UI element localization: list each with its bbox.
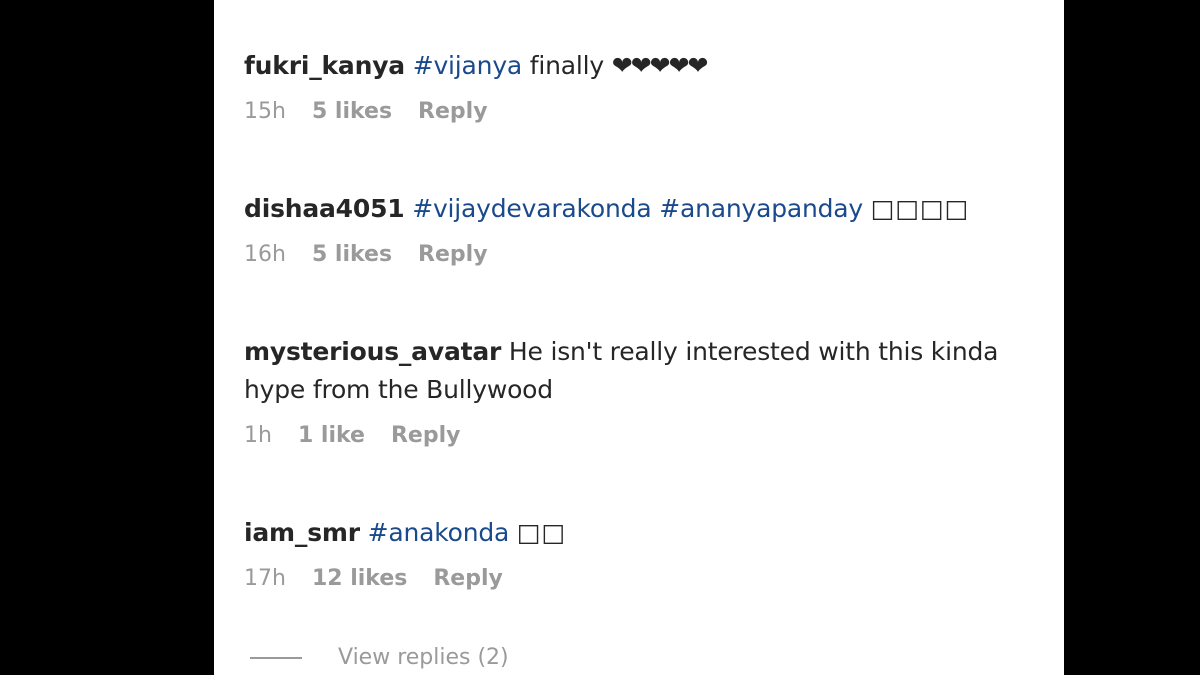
comment-item: dishaa4051 #vijaydevarakonda #ananyapand… [244, 190, 1034, 267]
comment-body-continued: hype from the Bullywood [244, 375, 553, 404]
comment-likes[interactable]: 1 like [298, 423, 365, 448]
comment-meta: 16h 5 likes Reply [244, 242, 1034, 267]
comment-likes[interactable]: 5 likes [312, 242, 392, 267]
comment-meta: 15h 5 likes Reply [244, 99, 1034, 124]
comment-username[interactable]: iam_smr [244, 518, 360, 547]
emoji-placeholder-icon: □□□□ [870, 194, 970, 223]
comment-item: fukri_kanya #vijanya finally ❤❤❤❤❤ 15h 5… [244, 47, 1034, 124]
comment-item: iam_smr #anakonda □□ 17h 12 likes Reply [244, 514, 1034, 591]
reply-button[interactable]: Reply [418, 242, 488, 267]
view-replies-label: View replies (2) [338, 645, 509, 670]
comment-username[interactable]: dishaa4051 [244, 194, 405, 223]
comment-meta: 17h 12 likes Reply [244, 566, 1034, 591]
comment-body [509, 518, 517, 547]
comment-time: 16h [244, 242, 286, 267]
comment-hashtag[interactable]: #vijanya [413, 51, 523, 80]
comment-hashtag[interactable]: #vijaydevarakonda [412, 194, 651, 223]
emoji-placeholder-icon: □□ [516, 518, 567, 547]
comment-hashtag[interactable]: #ananyapanday [659, 194, 863, 223]
comment-meta: 1h 1 like Reply [244, 423, 1034, 448]
comment-body: finally [522, 51, 612, 80]
comment-username[interactable]: mysterious_avatar [244, 337, 501, 366]
reply-button[interactable]: Reply [433, 566, 503, 591]
reply-button[interactable]: Reply [391, 423, 461, 448]
comment-time: 15h [244, 99, 286, 124]
comment-text: fukri_kanya #vijanya finally ❤❤❤❤❤ [244, 47, 1034, 85]
comment-text: mysterious_avatar He isn't really intere… [244, 333, 1034, 409]
comment-time: 1h [244, 423, 272, 448]
comment-body: He isn't really interested with this kin… [501, 337, 999, 366]
comment-username[interactable]: fukri_kanya [244, 51, 405, 80]
reply-button[interactable]: Reply [418, 99, 488, 124]
replies-divider-line [250, 656, 302, 659]
view-replies-button[interactable]: View replies (2) [250, 645, 509, 670]
comment-hashtag[interactable]: #anakonda [368, 518, 510, 547]
comment-text: iam_smr #anakonda □□ [244, 514, 1034, 552]
comment-likes[interactable]: 12 likes [312, 566, 407, 591]
comments-panel: fukri_kanya #vijanya finally ❤❤❤❤❤ 15h 5… [214, 0, 1064, 675]
comment-text: dishaa4051 #vijaydevarakonda #ananyapand… [244, 190, 1034, 228]
comment-time: 17h [244, 566, 286, 591]
comment-likes[interactable]: 5 likes [312, 99, 392, 124]
comment-item: mysterious_avatar He isn't really intere… [244, 333, 1034, 448]
heart-emoji-icon: ❤❤❤❤❤ [611, 51, 709, 80]
